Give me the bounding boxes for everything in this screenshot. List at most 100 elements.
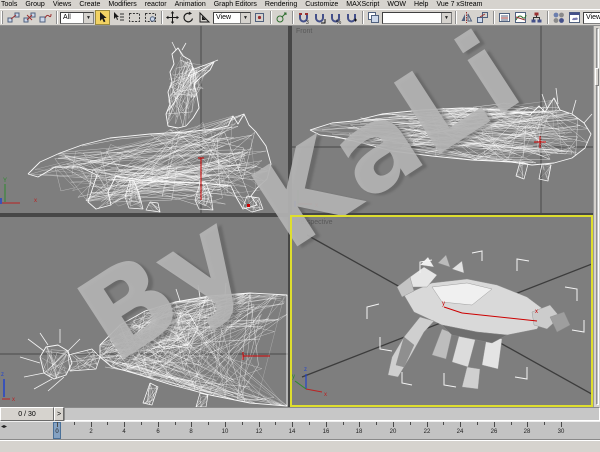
- window-crossing-button[interactable]: [143, 10, 158, 25]
- viewport-perspective[interactable]: Perspective xyzxy: [292, 217, 593, 407]
- spinner-snap-button[interactable]: [344, 10, 359, 25]
- chevron-down-icon[interactable]: ▼: [83, 13, 93, 23]
- angle-snap-button[interactable]: [312, 10, 327, 25]
- shaded-model: [388, 255, 570, 389]
- viewport-front-canvas[interactable]: x: [292, 26, 593, 213]
- trackbar-tick-label: 0: [55, 429, 58, 435]
- trackbar-tick: [191, 422, 192, 427]
- trackbar-tick: [326, 422, 327, 427]
- trackbar-tick: [107, 422, 108, 425]
- trackbar-tick: [494, 422, 495, 427]
- chevron-down-icon[interactable]: ▼: [240, 13, 250, 23]
- menu-help[interactable]: Help: [410, 1, 432, 8]
- time-slider-handle[interactable]: 0 / 30: [0, 407, 54, 421]
- trackbar-tick-label: 14: [289, 429, 296, 435]
- track-bar[interactable]: ◂▸ 0 2 4 6 8 10 12 14 16 18 20 22 24 26 …: [0, 421, 600, 440]
- move-icon: [166, 11, 179, 24]
- trackbar-tick: [242, 422, 243, 425]
- viewport-perspective-canvas[interactable]: xyzxy: [292, 217, 593, 407]
- trackbar-tick-label: 24: [457, 429, 464, 435]
- render-dialog-icon: [568, 11, 581, 24]
- percent-snap-button[interactable]: %: [328, 10, 343, 25]
- select-and-scale-button[interactable]: [197, 10, 212, 25]
- trackbar-tick-label: 30: [558, 429, 565, 435]
- menu-tools[interactable]: Tools: [0, 1, 21, 8]
- bind-to-space-warp-button[interactable]: [38, 10, 53, 25]
- edit-named-selection-sets-button[interactable]: [366, 10, 381, 25]
- snap-toggle-3d-button[interactable]: 3: [296, 10, 311, 25]
- unlink-selection-button[interactable]: [22, 10, 37, 25]
- select-and-link-button[interactable]: [6, 10, 21, 25]
- pivot-center-icon: [253, 11, 266, 24]
- chevron-down-icon[interactable]: ▼: [441, 13, 451, 23]
- viewport-left-canvas[interactable]: Yx: [0, 26, 288, 213]
- trackbar-tick: [477, 422, 478, 425]
- selection-region-icon: [128, 11, 141, 24]
- gizmo-y-label: y: [442, 301, 445, 307]
- use-pivot-point-center-button[interactable]: [252, 10, 267, 25]
- material-editor-button[interactable]: [551, 10, 566, 25]
- next-frame-button[interactable]: >: [54, 407, 64, 421]
- reference-coordinate-system-dropdown[interactable]: View ▼: [213, 12, 251, 24]
- selection-filter-dropdown[interactable]: All ▼: [60, 12, 94, 24]
- toolbar-separator: [362, 11, 363, 24]
- render-type-dropdown[interactable]: View ▼: [583, 12, 600, 24]
- select-object-button[interactable]: [95, 10, 110, 25]
- wireframe-beast: [28, 114, 271, 212]
- select-and-manipulate-button[interactable]: [274, 10, 289, 25]
- trackbar-tick: [208, 422, 209, 425]
- time-slider-track[interactable]: [64, 407, 600, 421]
- viewport-perspective-label[interactable]: Perspective: [296, 219, 333, 226]
- layer-manager-button[interactable]: [497, 10, 512, 25]
- rectangular-selection-region-button[interactable]: [127, 10, 142, 25]
- manipulate-icon: [275, 11, 288, 24]
- window-crossing-icon: [144, 11, 157, 24]
- trackbar-tick: [259, 422, 260, 427]
- viewport-left[interactable]: Yx: [0, 26, 288, 213]
- menu-graph-editors[interactable]: Graph Editors: [210, 1, 261, 8]
- trackbar-tick-label: 2: [89, 429, 92, 435]
- menu-animation[interactable]: Animation: [171, 1, 210, 8]
- menu-rendering[interactable]: Rendering: [261, 1, 301, 8]
- toolbar-grip[interactable]: [1, 11, 3, 24]
- render-scene-dialog-button[interactable]: [567, 10, 582, 25]
- named-selection-sets-dropdown[interactable]: ▼: [382, 12, 452, 24]
- panel-scrollbar-thumb[interactable]: [595, 68, 599, 86]
- trackbar-tick-label: 6: [156, 429, 159, 435]
- menu-customize[interactable]: Customize: [301, 1, 342, 8]
- align-icon: [476, 11, 489, 24]
- menu-vue7-xstream[interactable]: Vue 7 xStream: [432, 1, 486, 8]
- viewport-top-canvas[interactable]: zx: [0, 217, 288, 407]
- curve-editor-button[interactable]: [513, 10, 528, 25]
- menu-modifiers[interactable]: Modifiers: [104, 1, 140, 8]
- menu-reactor[interactable]: reactor: [141, 1, 171, 8]
- menu-wow[interactable]: WOW: [383, 1, 410, 8]
- axis-tripod: zx: [1, 372, 15, 403]
- mirror-button[interactable]: [459, 10, 474, 25]
- trackbar-tick-label: 16: [323, 429, 330, 435]
- trackbar-tick: [527, 422, 528, 427]
- menu-views[interactable]: Views: [49, 1, 76, 8]
- axis-x-label: x: [34, 198, 37, 204]
- menu-maxscript[interactable]: MAXScript: [342, 1, 383, 8]
- mini-trackbar-toggle[interactable]: ◂▸: [1, 423, 7, 430]
- toolbar-separator: [493, 11, 494, 24]
- trackbar-tick: [343, 422, 344, 425]
- viewport-front-label[interactable]: Front: [296, 28, 312, 35]
- viewport-top[interactable]: zx: [0, 217, 288, 407]
- schematic-view-button[interactable]: [529, 10, 544, 25]
- schematic-view-icon: [530, 11, 543, 24]
- menu-group[interactable]: Group: [21, 1, 48, 8]
- align-button[interactable]: [475, 10, 490, 25]
- trackbar-tick-label: 28: [524, 429, 531, 435]
- select-and-rotate-button[interactable]: [181, 10, 196, 25]
- viewport-splitter-horizontal[interactable]: [0, 213, 593, 217]
- viewport-front[interactable]: Front x: [292, 26, 593, 213]
- select-by-name-icon: [112, 11, 125, 24]
- toolbar-separator: [161, 11, 162, 24]
- layers-icon: [498, 11, 511, 24]
- axis-z-label: z: [304, 367, 307, 373]
- menu-create[interactable]: Create: [75, 1, 104, 8]
- select-by-name-button[interactable]: [111, 10, 126, 25]
- select-and-move-button[interactable]: [165, 10, 180, 25]
